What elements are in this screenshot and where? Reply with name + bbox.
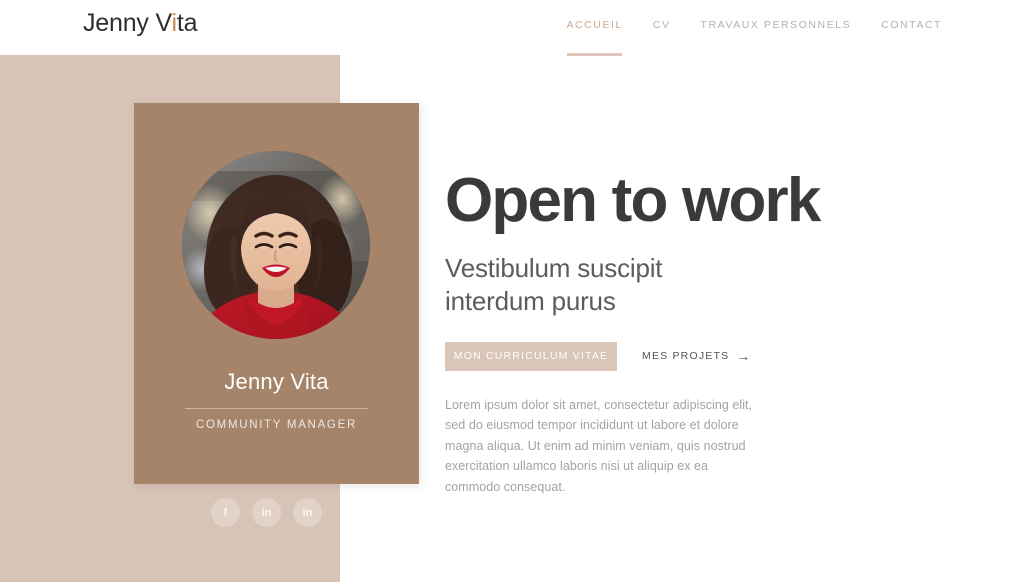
hero-content: Open to work Vestibulum suscipit interdu… xyxy=(445,170,915,498)
facebook-icon[interactable]: f xyxy=(211,498,240,527)
arrow-right-icon: → xyxy=(736,348,752,364)
profile-divider xyxy=(185,408,368,409)
profile-card: Jenny Vita COMMUNITY MANAGER xyxy=(134,103,419,484)
profile-name: Jenny Vita xyxy=(224,369,329,394)
projects-link[interactable]: MES PROJETS → xyxy=(642,349,752,363)
logo-accent-dot: i xyxy=(171,9,177,37)
site-header: Jenny Vita ACCUEIL CV TRAVAUX PERSONNELS… xyxy=(0,0,1024,56)
nav-item-accueil[interactable]: ACCUEIL xyxy=(566,19,623,56)
linkedin-icon[interactable]: in xyxy=(252,498,281,527)
nav-item-cv[interactable]: CV xyxy=(653,19,671,33)
avatar xyxy=(182,151,370,339)
nav-item-contact[interactable]: CONTACT xyxy=(881,19,942,33)
hero-paragraph: Lorem ipsum dolor sit amet, consectetur … xyxy=(445,397,753,495)
main-navigation: ACCUEIL CV TRAVAUX PERSONNELS CONTACT xyxy=(566,19,942,56)
hero-subtitle: Vestibulum suscipit interdum purus xyxy=(445,253,663,316)
cv-button[interactable]: MON CURRICULUM VITAE xyxy=(445,341,617,371)
nav-item-travaux-personnels[interactable]: TRAVAUX PERSONNELS xyxy=(701,19,852,33)
hero-actions: MON CURRICULUM VITAE MES PROJETS → xyxy=(445,341,915,371)
page-title: Open to work xyxy=(445,166,821,235)
profile-role: COMMUNITY MANAGER xyxy=(196,419,357,431)
page-root: Jenny Vita ACCUEIL CV TRAVAUX PERSONNELS… xyxy=(0,0,1024,582)
projects-link-label: MES PROJETS xyxy=(642,350,730,362)
social-links: f in in xyxy=(211,498,322,527)
linkedin-icon[interactable]: in xyxy=(293,498,322,527)
site-logo[interactable]: Jenny Vita xyxy=(83,9,197,38)
